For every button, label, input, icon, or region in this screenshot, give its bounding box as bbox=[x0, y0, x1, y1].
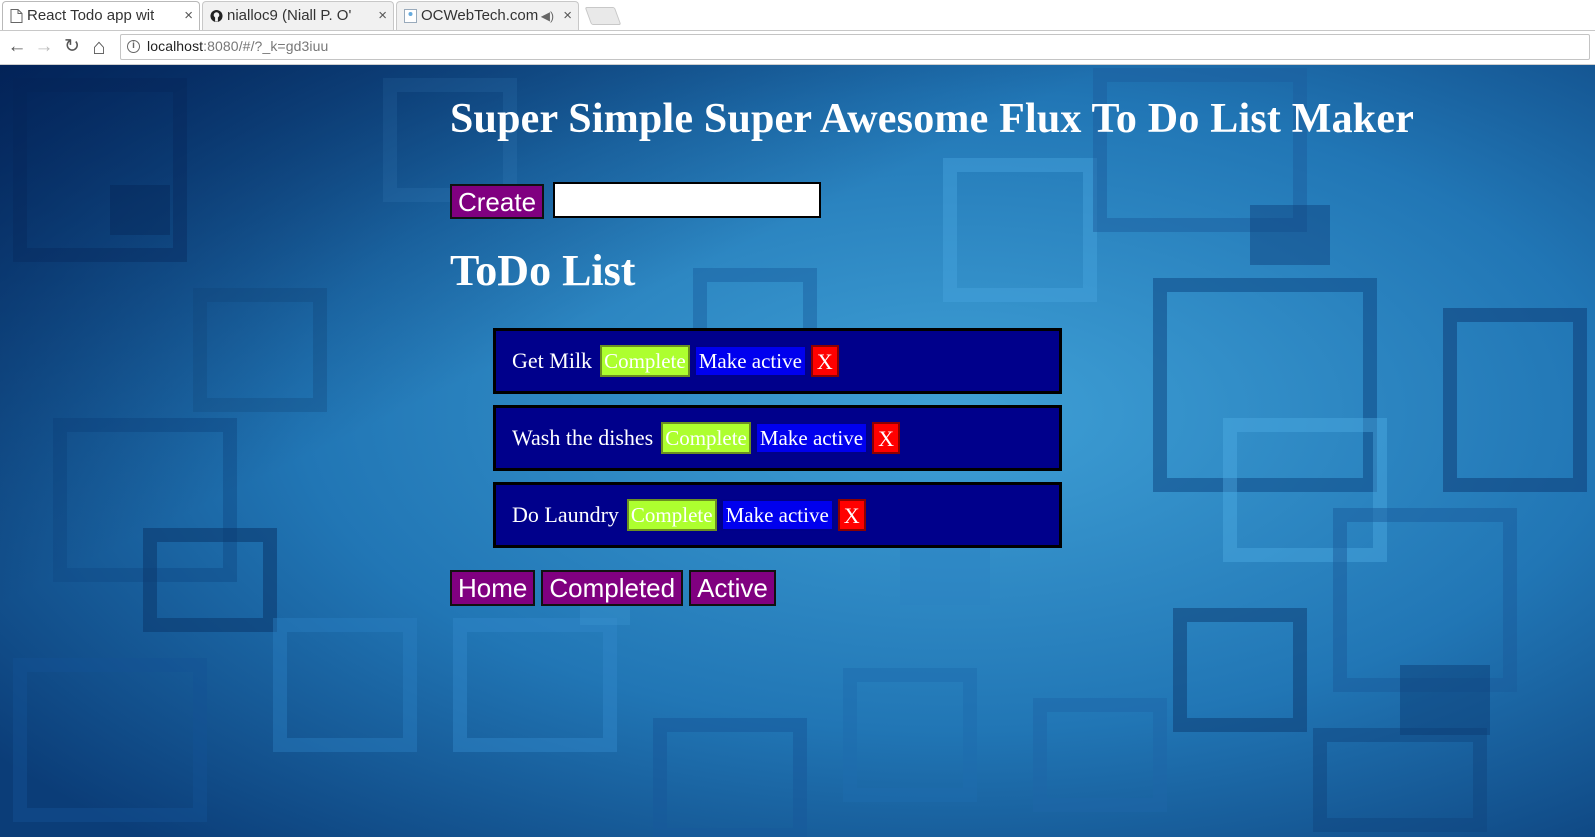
todo-item: Do Laundry Complete Make active X bbox=[493, 482, 1062, 548]
github-icon bbox=[210, 9, 223, 23]
filter-completed-button[interactable]: Completed bbox=[541, 570, 684, 606]
forward-arrow-icon[interactable]: → bbox=[33, 36, 55, 58]
page-title: Super Simple Super Awesome Flux To Do Li… bbox=[450, 96, 1415, 142]
filter-active-button[interactable]: Active bbox=[689, 570, 776, 606]
delete-button[interactable]: X bbox=[810, 345, 839, 377]
url-text: localhost:8080/#/?_k=gd3iuu bbox=[147, 38, 328, 54]
create-button[interactable]: Create bbox=[450, 184, 545, 219]
list-title: ToDo List bbox=[450, 246, 636, 295]
url-path: :8080/#/?_k=gd3iuu bbox=[203, 38, 329, 54]
close-icon[interactable]: × bbox=[378, 2, 387, 30]
filter-bar: Home Completed Active bbox=[450, 570, 782, 606]
complete-button[interactable]: Complete bbox=[600, 345, 690, 377]
tab-title: OCWebTech.com bbox=[421, 7, 539, 24]
page-viewport: Super Simple Super Awesome Flux To Do Li… bbox=[0, 65, 1595, 837]
todo-text: Wash the dishes bbox=[512, 425, 654, 450]
tab-react-todo[interactable]: React Todo app wit × bbox=[2, 1, 200, 30]
todo-text: Do Laundry bbox=[512, 502, 619, 527]
tab-strip: React Todo app wit × nialloc9 (Niall P. … bbox=[0, 0, 1595, 31]
make-active-button[interactable]: Make active bbox=[693, 345, 807, 377]
tab-ocwebtech[interactable]: OCWebTech.com ◀) × bbox=[396, 1, 579, 30]
complete-button[interactable]: Complete bbox=[626, 499, 717, 531]
document-icon bbox=[10, 9, 23, 23]
reload-icon[interactable]: ↻ bbox=[61, 36, 83, 58]
tab-title: React Todo app wit bbox=[27, 7, 155, 24]
tab-github[interactable]: nialloc9 (Niall P. O' × bbox=[202, 1, 394, 30]
close-icon[interactable]: × bbox=[184, 2, 193, 30]
todo-item: Get Milk Complete Make active X bbox=[493, 328, 1062, 394]
url-host: localhost bbox=[147, 38, 204, 54]
close-icon[interactable]: × bbox=[563, 2, 572, 30]
todo-input[interactable] bbox=[553, 182, 821, 218]
back-arrow-icon[interactable]: ← bbox=[6, 36, 28, 58]
delete-button[interactable]: X bbox=[872, 422, 900, 454]
info-icon[interactable]: i bbox=[127, 40, 140, 53]
delete-button[interactable]: X bbox=[837, 499, 866, 531]
speaker-icon[interactable]: ◀) bbox=[541, 2, 554, 30]
home-icon[interactable]: ⌂ bbox=[88, 36, 110, 58]
tab-title: nialloc9 (Niall P. O' bbox=[227, 7, 352, 24]
complete-button[interactable]: Complete bbox=[661, 422, 751, 454]
make-active-button[interactable]: Make active bbox=[720, 499, 834, 531]
new-tab-button[interactable] bbox=[584, 7, 622, 25]
page-icon bbox=[404, 9, 417, 23]
address-bar[interactable]: i localhost:8080/#/?_k=gd3iuu bbox=[120, 34, 1590, 60]
todo-text: Get Milk bbox=[512, 348, 593, 373]
browser-toolbar: ← → ↻ ⌂ i localhost:8080/#/?_k=gd3iuu bbox=[0, 31, 1595, 65]
make-active-button[interactable]: Make active bbox=[754, 422, 869, 454]
todo-item: Wash the dishes Complete Make active X bbox=[493, 405, 1062, 471]
filter-home-button[interactable]: Home bbox=[450, 570, 536, 606]
todo-list: Get Milk Complete Make active X Wash the… bbox=[493, 328, 1062, 559]
